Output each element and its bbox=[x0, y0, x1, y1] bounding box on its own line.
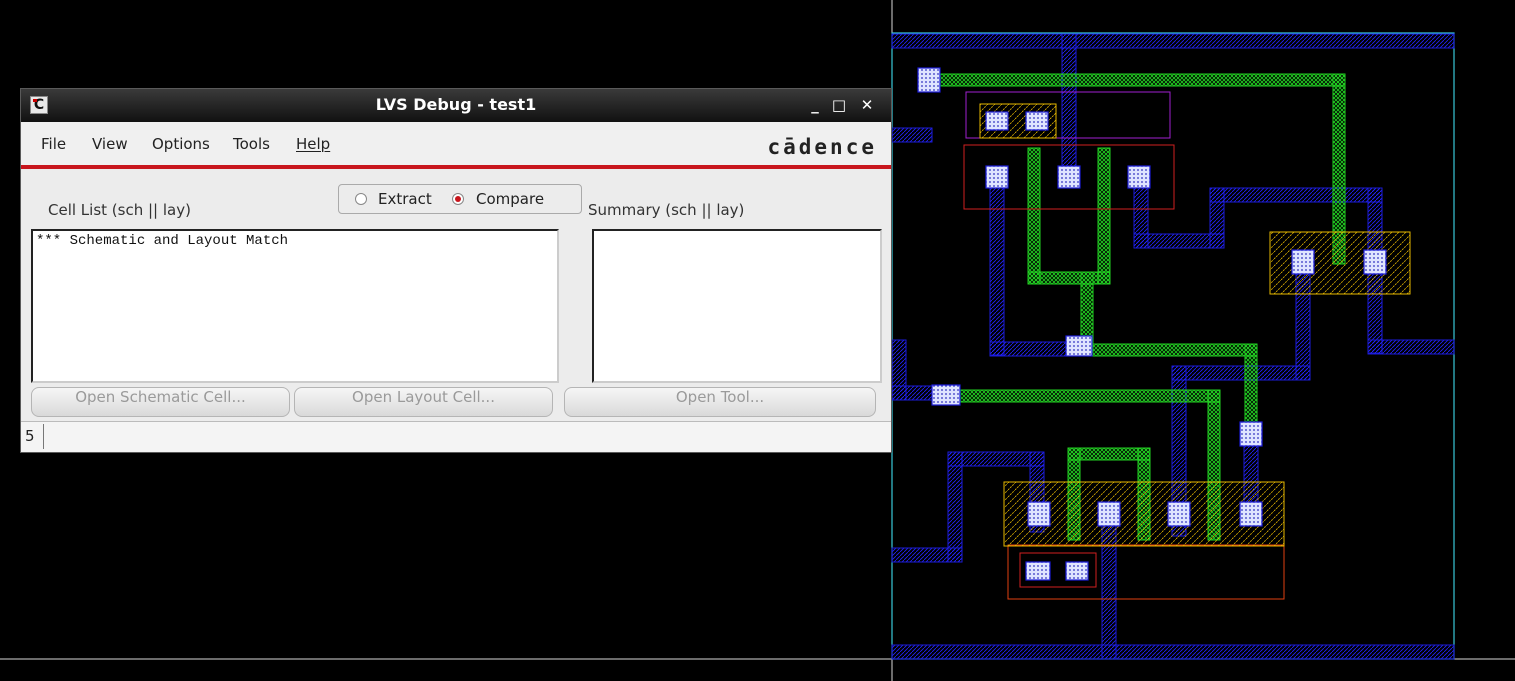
extract-radio[interactable] bbox=[355, 193, 367, 205]
brand-divider bbox=[21, 165, 891, 169]
compare-radio-label[interactable]: Compare bbox=[476, 190, 544, 208]
minimize-button[interactable]: _ bbox=[805, 95, 825, 115]
mode-radio-group: Extract Compare bbox=[338, 184, 582, 214]
status-message-field bbox=[43, 424, 889, 449]
menu-view[interactable]: View bbox=[92, 135, 128, 153]
cadence-logo: cādence bbox=[767, 135, 877, 159]
menu-help[interactable]: Help bbox=[296, 135, 330, 153]
poly-routing bbox=[924, 73, 1346, 541]
cell-list-box[interactable]: *** Schematic and Layout Match bbox=[31, 229, 559, 383]
open-schematic-cell-button[interactable]: Open Schematic Cell... bbox=[31, 387, 290, 417]
close-button[interactable]: ✕ bbox=[857, 95, 877, 115]
status-count: 5 bbox=[25, 427, 35, 445]
window-title: LVS Debug - test1 bbox=[375, 95, 537, 114]
menu-options[interactable]: Options bbox=[152, 135, 210, 153]
lvs-debug-window: C LVS Debug - test1 _ □ ✕ File View Opti… bbox=[20, 88, 892, 453]
cell-list-label: Cell List (sch || lay) bbox=[48, 201, 191, 219]
extract-radio-label[interactable]: Extract bbox=[378, 190, 432, 208]
cell-list-entry[interactable]: *** Schematic and Layout Match bbox=[36, 233, 288, 249]
menu-file[interactable]: File bbox=[41, 135, 66, 153]
maximize-button[interactable]: □ bbox=[829, 95, 849, 115]
summary-box[interactable] bbox=[592, 229, 882, 383]
summary-label: Summary (sch || lay) bbox=[588, 201, 745, 219]
open-layout-cell-button[interactable]: Open Layout Cell... bbox=[294, 387, 553, 417]
title-bar[interactable]: C LVS Debug - test1 _ □ ✕ bbox=[21, 89, 891, 122]
menu-bar: File View Options Tools Help cādence bbox=[21, 122, 891, 166]
menu-tools[interactable]: Tools bbox=[233, 135, 270, 153]
compare-radio[interactable] bbox=[452, 193, 464, 205]
open-tool-button[interactable]: Open Tool... bbox=[564, 387, 876, 417]
status-bar: 5 bbox=[21, 421, 891, 452]
